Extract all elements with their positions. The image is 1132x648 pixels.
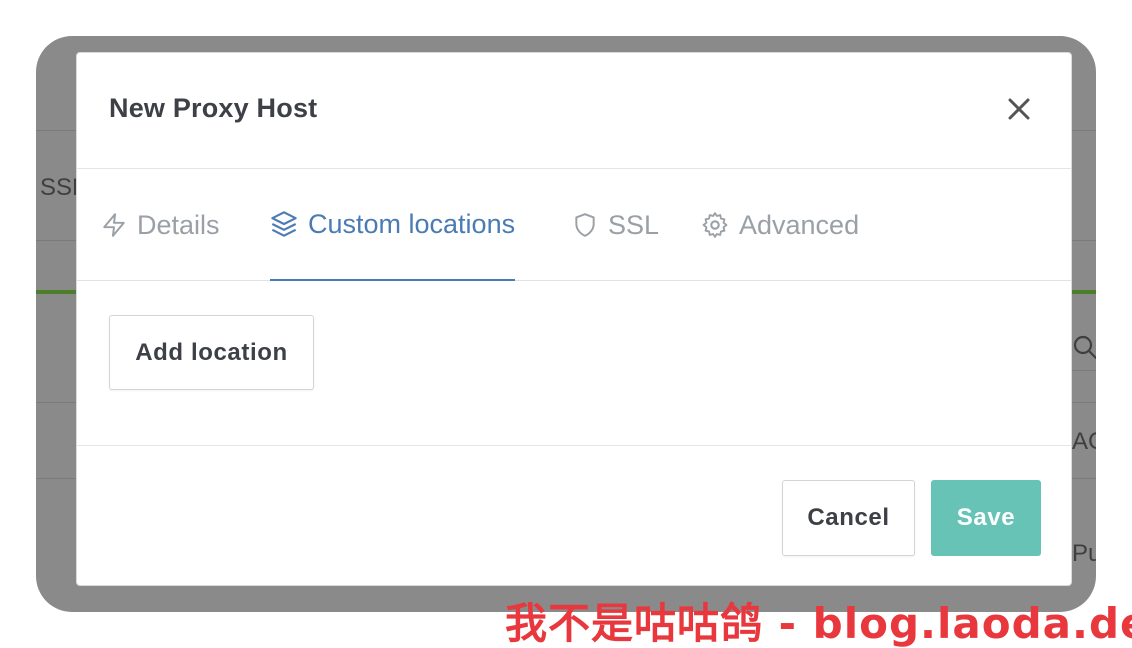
modal-body: Add location [77, 281, 1071, 446]
new-proxy-host-modal: New Proxy Host Details Custom locations [76, 52, 1072, 586]
save-button[interactable]: Save [931, 480, 1041, 556]
tab-details-label: Details [137, 209, 220, 240]
watermark-text: 我不是咕咕鸽 - blog.laoda.de [505, 599, 1132, 648]
modal-title: New Proxy Host [109, 93, 318, 123]
tab-ssl[interactable]: SSL [572, 169, 659, 281]
modal-header: New Proxy Host [77, 53, 1071, 169]
layers-icon [271, 211, 297, 237]
close-icon[interactable] [1007, 97, 1031, 121]
add-location-button[interactable]: Add location [109, 315, 314, 390]
tab-details[interactable]: Details [101, 169, 220, 281]
modal-tabs: Details Custom locations SSL Advanced [77, 169, 1071, 281]
tab-ssl-label: SSL [608, 209, 660, 240]
tab-custom-locations-label: Custom locations [308, 208, 516, 239]
bg-search-icon [1073, 335, 1096, 360]
tab-advanced[interactable]: Advanced [701, 169, 859, 281]
tab-advanced-label: Advanced [739, 209, 860, 240]
lightning-icon [103, 213, 125, 237]
shield-icon [575, 213, 595, 237]
bg-column-ac: AC [1072, 428, 1096, 455]
cancel-button[interactable]: Cancel [782, 480, 915, 556]
tab-custom-locations[interactable]: Custom locations [270, 169, 516, 281]
modal-footer: Cancel Save [77, 446, 1071, 585]
gear-icon [702, 212, 728, 238]
bg-column-pu: Pu [1072, 540, 1096, 567]
